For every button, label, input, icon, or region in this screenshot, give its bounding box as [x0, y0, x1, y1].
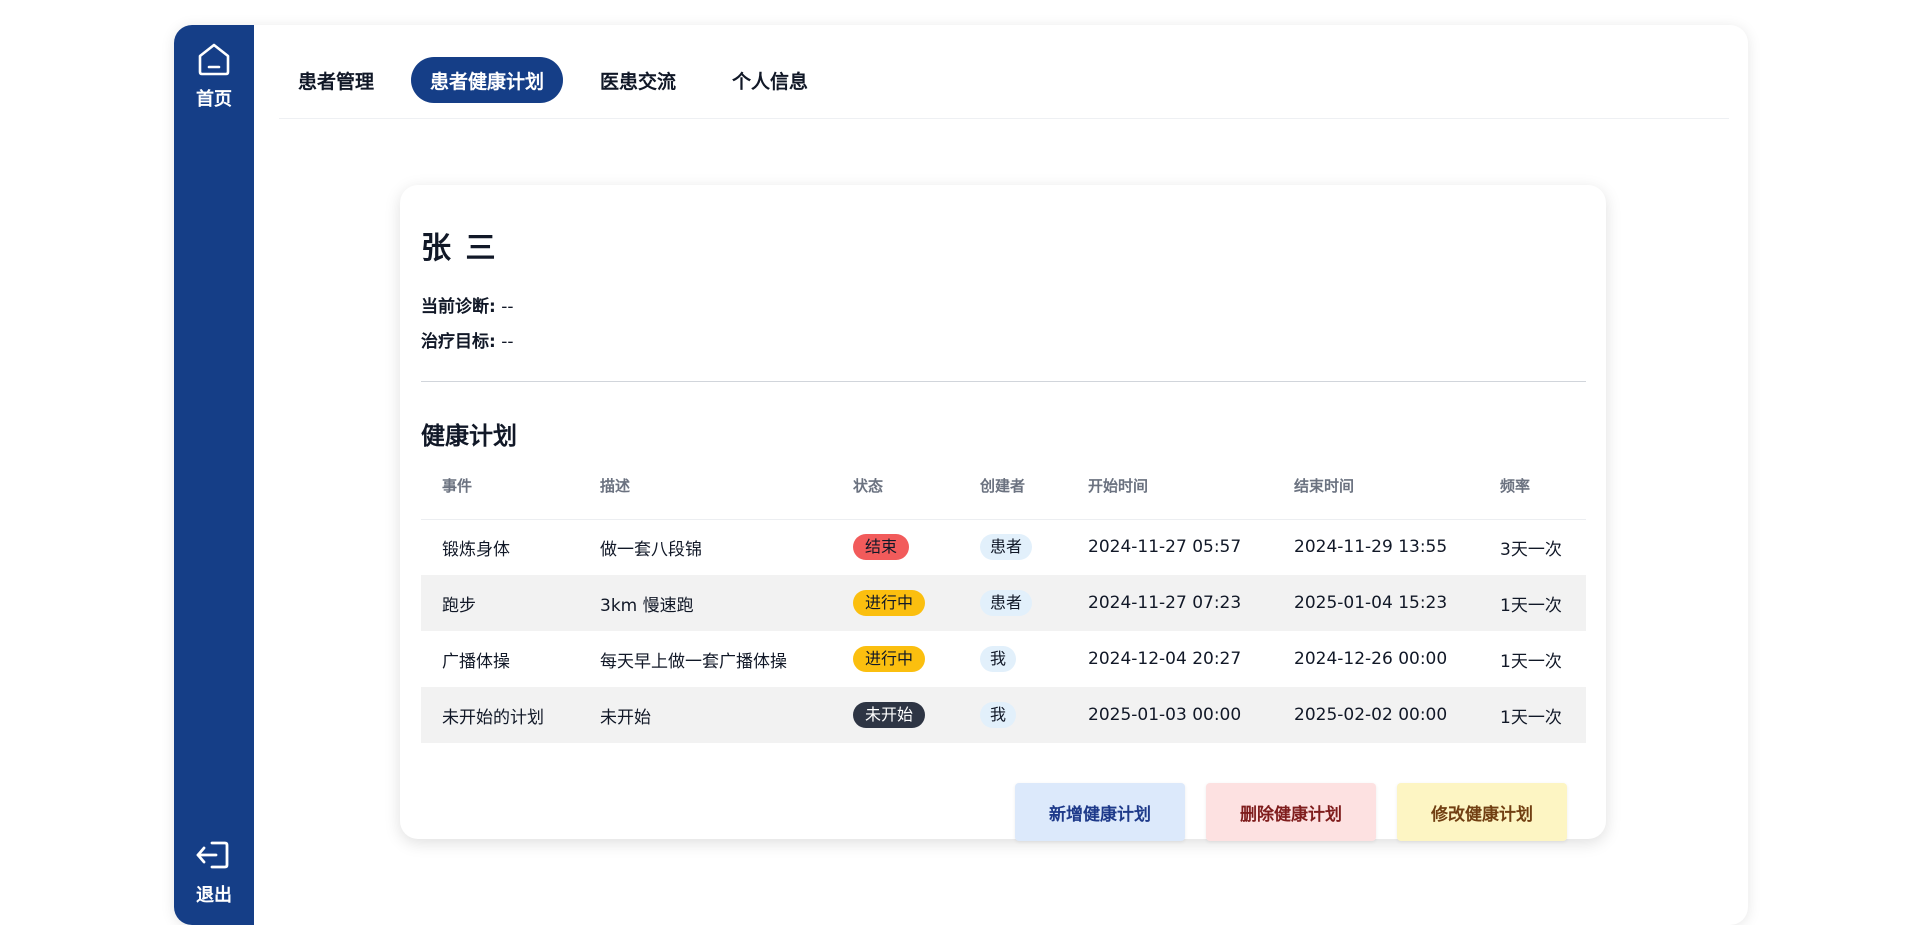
- cell-end-time: 2024-12-26 00:00: [1294, 649, 1448, 669]
- table-row[interactable]: 广播体操 每天早上做一套广播体操 进行中 我 2024-12-04 20:27 …: [421, 631, 1586, 687]
- diagnosis-value: --: [501, 297, 514, 317]
- header-frequency: 频率: [1479, 453, 1586, 520]
- goal-line: 治疗目标: --: [421, 327, 514, 352]
- health-plan-title: 健康计划: [421, 422, 517, 450]
- tab-patient-health-plan[interactable]: 患者健康计划: [411, 57, 564, 103]
- table-row[interactable]: 锻炼身体 做一套八段锦 结束 患者 2024-11-27 05:57 2024-…: [421, 519, 1586, 575]
- cell-event: 广播体操: [442, 651, 510, 672]
- cell-end-time: 2024-11-29 13:55: [1294, 537, 1448, 558]
- tab-doctor-patient-chat[interactable]: 医患交流: [581, 57, 695, 103]
- header-description: 描述: [579, 453, 832, 520]
- header-creator: 创建者: [959, 453, 1067, 520]
- cell-description: 每天早上做一套广播体操: [600, 651, 787, 672]
- top-nav: 患者管理 患者健康计划 医患交流 个人信息: [279, 55, 845, 105]
- table-row[interactable]: 未开始的计划 未开始 未开始 我 2025-01-03 00:00 2025-0…: [421, 687, 1586, 743]
- cell-frequency: 1天一次: [1500, 651, 1562, 672]
- health-plan-table: 事件 描述 状态 创建者 开始时间 结束时间 频率 锻炼身体 做一套八段锦 结束…: [421, 453, 1586, 743]
- cell-start-time: 2024-11-27 05:57: [1088, 537, 1242, 558]
- table-header-row: 事件 描述 状态 创建者 开始时间 结束时间 频率: [421, 453, 1586, 520]
- edit-health-plan-button[interactable]: 修改健康计划: [1397, 783, 1567, 841]
- status-badge: 结束: [853, 534, 910, 561]
- card-divider: [421, 381, 1586, 382]
- cell-description: 未开始: [579, 687, 832, 743]
- table-row[interactable]: 跑步 3km 慢速跑 进行中 患者 2024-11-27 07:23 2025-…: [421, 575, 1586, 631]
- status-badge: 进行中: [853, 590, 926, 616]
- cell-start-time: 2024-12-04 20:27: [1088, 649, 1242, 669]
- creator-badge: 患者: [980, 534, 1033, 561]
- diagnosis-label: 当前诊断:: [421, 297, 496, 317]
- tab-patient-management[interactable]: 患者管理: [279, 57, 393, 103]
- cell-event: 未开始的计划: [421, 687, 579, 743]
- delete-health-plan-button[interactable]: 删除健康计划: [1206, 783, 1376, 841]
- patient-name: 张 三: [421, 231, 498, 266]
- creator-badge: 患者: [980, 590, 1033, 616]
- cell-end-time: 2025-02-02 00:00: [1273, 687, 1479, 743]
- status-badge: 未开始: [853, 702, 926, 728]
- tab-personal-info[interactable]: 个人信息: [713, 57, 827, 103]
- status-badge: 进行中: [853, 646, 926, 672]
- diagnosis-line: 当前诊断: --: [421, 292, 514, 317]
- cell-end-time: 2025-01-04 15:23: [1273, 575, 1479, 631]
- cell-frequency: 3天一次: [1500, 539, 1562, 560]
- home-icon: [194, 39, 234, 83]
- cell-event: 跑步: [421, 575, 579, 631]
- header-start-time: 开始时间: [1067, 453, 1273, 520]
- header-end-time: 结束时间: [1273, 453, 1479, 520]
- goal-label: 治疗目标:: [421, 332, 496, 352]
- home-label: 首页: [196, 89, 232, 110]
- cell-frequency: 1天一次: [1479, 575, 1586, 631]
- logout-icon: [194, 835, 234, 879]
- header-event: 事件: [421, 453, 579, 520]
- goal-value: --: [501, 332, 514, 352]
- creator-badge: 我: [980, 646, 1017, 672]
- app-frame: 首页 退出 患者管理 患者健康计划 医患交流 个人信息 张 三 当前诊断: --…: [174, 25, 1748, 925]
- logout-label: 退出: [196, 885, 232, 906]
- logout-button[interactable]: 退出: [174, 835, 254, 907]
- cell-description: 做一套八段锦: [600, 539, 702, 560]
- creator-badge: 我: [980, 702, 1017, 728]
- patient-card: 张 三 当前诊断: -- 治疗目标: -- 健康计划 事件 描述 状态 创建者 …: [400, 185, 1606, 841]
- cell-start-time: 2024-11-27 07:23: [1067, 575, 1273, 631]
- cell-description: 3km 慢速跑: [579, 575, 832, 631]
- cell-start-time: 2025-01-03 00:00: [1067, 687, 1273, 743]
- sidebar: 首页 退出: [174, 25, 254, 925]
- nav-divider: [279, 118, 1729, 119]
- header-status: 状态: [832, 453, 959, 520]
- add-health-plan-button[interactable]: 新增健康计划: [1015, 783, 1185, 841]
- cell-event: 锻炼身体: [442, 539, 510, 560]
- cell-frequency: 1天一次: [1479, 687, 1586, 743]
- home-button[interactable]: 首页: [174, 39, 254, 111]
